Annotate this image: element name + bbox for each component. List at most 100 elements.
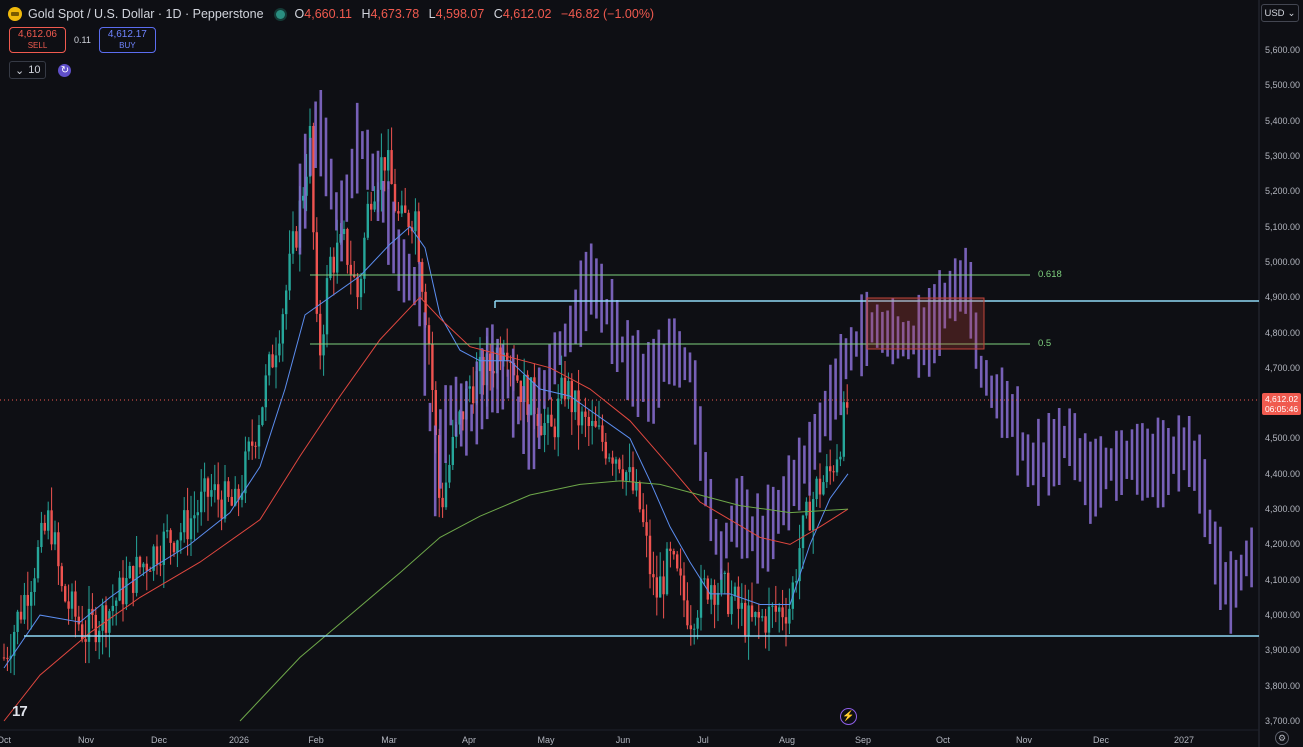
candle-body [118, 577, 121, 601]
candle-body [577, 390, 580, 426]
candle-body [557, 398, 560, 438]
change-value: −46.82 (−1.00%) [560, 7, 655, 21]
candle-body [587, 416, 590, 426]
candle-body [74, 591, 77, 617]
candle-body [125, 578, 128, 605]
candle-body [686, 600, 689, 626]
price-tick-label: 4,800.00 [1265, 327, 1301, 338]
candle-body [625, 472, 628, 481]
price-tick-label: 5,500.00 [1265, 80, 1301, 91]
symbol-title[interactable]: Gold Spot / U.S. Dollar · 1D · Peppersto… [28, 7, 264, 21]
candle-body [366, 203, 369, 238]
candle-body [642, 509, 645, 523]
sell-label: SELL [27, 41, 48, 50]
lightning-icon[interactable]: ⚡ [840, 708, 857, 725]
candle-body [594, 420, 597, 427]
indicator-collapse-button[interactable]: ⌄ 10 [9, 61, 47, 79]
time-tick-label: Dec [1092, 735, 1110, 745]
currency-selector[interactable]: USD ⌄ [1261, 4, 1299, 22]
candle-body [213, 484, 216, 491]
refresh-icon[interactable]: ↻ [58, 63, 72, 77]
candle-body [268, 354, 271, 376]
current-price-badge: 4,612.02 06:05:46 [1262, 393, 1301, 415]
candle-body [315, 232, 318, 314]
candle-body [448, 464, 451, 483]
candle-body [689, 625, 692, 630]
candle-body [60, 566, 63, 587]
candle-body [230, 496, 233, 506]
price-chart[interactable] [0, 0, 1303, 747]
open-value: 4,660.11 [304, 7, 352, 21]
candle-body [431, 344, 434, 391]
candle-body [604, 441, 607, 459]
buy-label: BUY [119, 41, 136, 50]
candle-body [774, 605, 777, 612]
chevron-down-icon: ⌄ [1287, 7, 1296, 19]
candle-body [135, 556, 138, 593]
candle-body [53, 532, 57, 545]
candle-body [628, 467, 631, 473]
candle-body [336, 242, 339, 273]
candle-body [444, 482, 448, 508]
candle-body [319, 313, 322, 356]
gear-icon[interactable]: ⚙ [1275, 731, 1289, 745]
candle-body [832, 471, 835, 473]
candle-body [635, 482, 638, 491]
candle-body [36, 547, 40, 579]
time-tick-label: Oct [0, 735, 12, 745]
trade-panel: 4,612.06 SELL 0.11 4,612.17 BUY [9, 27, 156, 53]
candle-body [104, 605, 108, 633]
candle-body [621, 469, 624, 481]
candle-body [359, 278, 363, 298]
price-tick-label: 3,800.00 [1265, 680, 1301, 691]
candle-body [159, 564, 162, 566]
price-tick-label: 4,000.00 [1265, 610, 1301, 621]
candle-body [186, 510, 189, 540]
candle-body [312, 125, 315, 233]
candle-body [723, 572, 726, 574]
candle-body [618, 459, 621, 470]
time-tick-label: Aug [778, 735, 796, 745]
candle-body [591, 420, 594, 426]
candle-body [703, 578, 706, 580]
candle-body [737, 586, 740, 609]
candle-body [325, 278, 329, 335]
time-tick-label: Apr [461, 735, 477, 745]
candle-body [801, 515, 805, 549]
candle-body [383, 157, 386, 171]
candle-body [220, 499, 223, 519]
candle-body [196, 512, 199, 516]
buy-button[interactable]: 4,612.17 BUY [98, 27, 156, 53]
candle-body [563, 377, 567, 400]
price-tick-label: 4,700.00 [1265, 362, 1301, 373]
candle-body [387, 150, 390, 171]
time-tick-label: Sep [854, 735, 872, 745]
pepperstone-logo-icon [8, 7, 22, 21]
candle-body [839, 456, 842, 460]
candle-body [553, 426, 556, 438]
candle-body [70, 591, 74, 609]
time-tick-label: Oct [935, 735, 951, 745]
sell-button[interactable]: 4,612.06 SELL [9, 27, 66, 53]
candle-body [417, 211, 420, 263]
candle-body [754, 612, 757, 618]
candle-body [370, 203, 373, 210]
candle-body [295, 231, 298, 248]
candle-body [274, 355, 278, 368]
candle-body [822, 482, 825, 495]
tradingview-logo[interactable]: 17 [12, 703, 28, 720]
candle-body [489, 353, 492, 372]
price-tick-label: 4,500.00 [1265, 433, 1301, 444]
price-tick-label: 5,300.00 [1265, 150, 1301, 161]
candle-body [176, 540, 179, 553]
candle-body [142, 563, 145, 568]
candle-body [278, 343, 281, 356]
candle-body [108, 611, 111, 633]
candle-body [227, 481, 230, 497]
candle-body [744, 602, 747, 636]
candle-body [730, 596, 733, 615]
candle-body [264, 375, 267, 408]
candle-body [281, 314, 284, 344]
time-tick-label: Dec [150, 735, 168, 745]
supply-zone-box [866, 297, 985, 350]
